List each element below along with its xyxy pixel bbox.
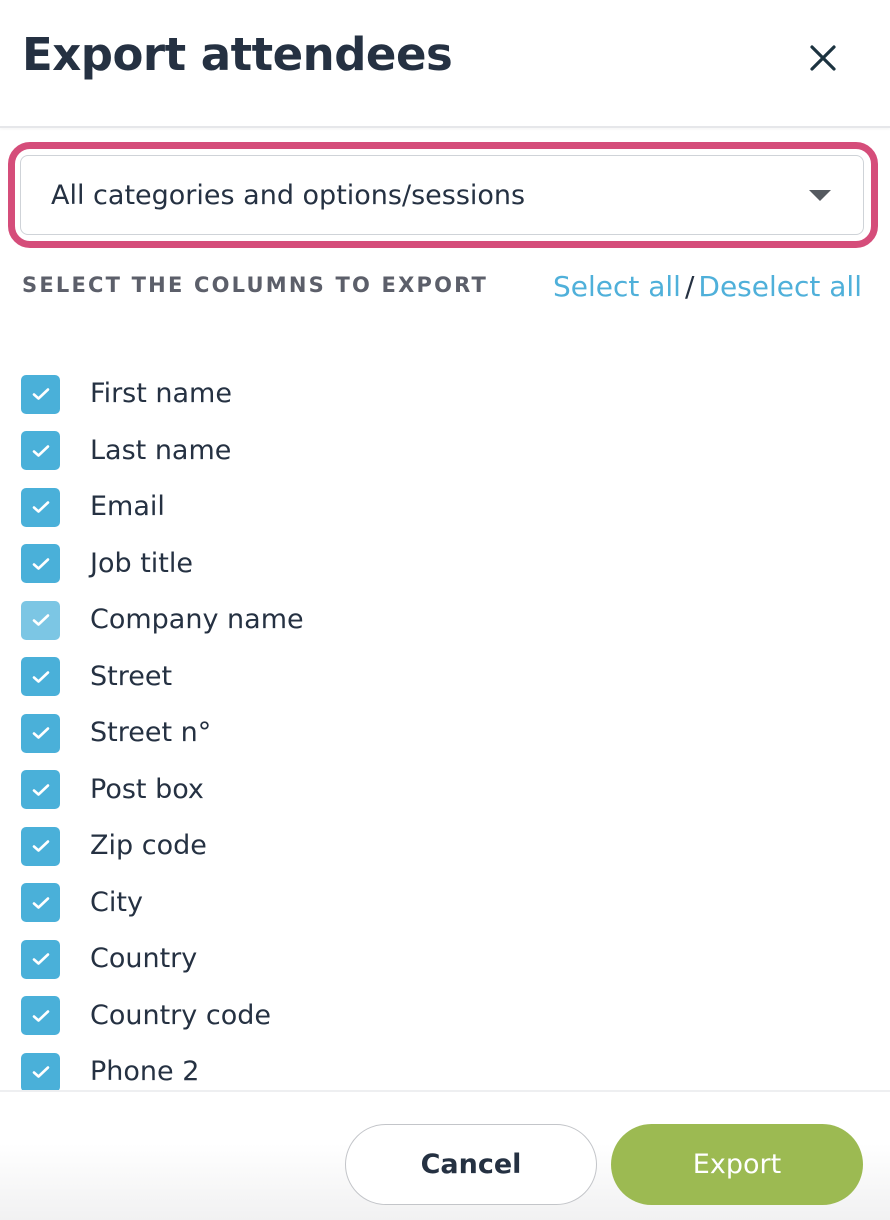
column-option-label: Street n° [90,717,212,748]
close-icon [810,45,836,71]
checkmark-icon [32,896,49,909]
column-option[interactable]: First name [0,366,890,422]
checkmark-icon [32,614,49,626]
column-option[interactable]: Country code [0,988,890,1044]
export-button[interactable]: Export [611,1124,863,1205]
column-option[interactable]: Street [0,649,890,705]
cancel-button[interactable]: Cancel [345,1124,597,1205]
dropdown-selected-value: All categories and options/sessions [51,180,526,211]
checkmark-icon [32,783,49,796]
column-option-label: First name [90,378,232,409]
checkbox[interactable] [21,657,60,696]
category-filter-dropdown[interactable]: All categories and options/sessions [20,155,864,235]
deselect-all-link[interactable]: Deselect all [698,270,862,303]
checkbox[interactable] [21,996,60,1035]
selection-links: Select all / Deselect all [553,268,862,306]
export-attendees-dialog: Export attendees All categories and opti… [0,0,890,1220]
dialog-footer: Cancel Export [0,1090,890,1220]
column-option-label: Zip code [90,830,207,861]
column-option-label: Country code [90,999,271,1031]
column-option-label: City [90,886,143,918]
links-separator: / [684,270,695,303]
column-option-label: Street [90,660,173,692]
checkmark-icon [32,557,49,570]
checkmark-icon [32,670,49,683]
checkmark-icon [32,501,49,513]
column-option[interactable]: City [0,875,890,931]
dialog-header: Export attendees [0,0,890,128]
column-option-label: Post box [90,773,204,805]
column-option[interactable]: Last name [0,423,890,479]
caret-down-icon [809,190,831,201]
column-option[interactable]: Zip code [0,818,890,874]
checkbox[interactable] [21,770,60,809]
column-option-label: Last name [90,434,232,466]
column-option[interactable]: Phone 2 [0,1044,890,1090]
checkbox[interactable] [21,939,60,979]
checkbox[interactable] [21,374,60,414]
dialog-title: Export attendees [22,28,453,81]
checkbox[interactable] [21,713,60,753]
column-option-label: Country [90,943,198,974]
columns-checkbox-list[interactable]: First name Last name Email Job title Company… [0,366,890,1090]
column-option[interactable]: Street n° [0,705,890,761]
checkmark-icon [32,727,49,739]
checkmark-icon [32,1009,49,1022]
column-option-label: Company name [90,604,304,635]
column-option[interactable]: Country [0,931,890,987]
columns-section-heading: SELECT THE COLUMNS TO EXPORT [22,273,489,297]
checkbox[interactable] [21,600,60,640]
checkbox[interactable] [21,544,60,583]
column-option[interactable]: Job title [0,536,890,592]
checkbox[interactable] [21,883,60,922]
column-option[interactable]: Email [0,479,890,535]
column-option-label: Job title [90,547,193,579]
checkmark-icon [32,953,49,965]
checkbox[interactable] [21,826,60,866]
checkbox[interactable] [21,1052,60,1090]
column-option-label: Phone 2 [90,1056,200,1087]
checkmark-icon [32,444,49,457]
checkbox[interactable] [21,431,60,470]
column-option[interactable]: Post box [0,762,890,818]
close-button[interactable] [800,35,846,81]
checkmark-icon [32,840,49,852]
checkbox[interactable] [21,487,60,527]
column-option-label: Email [90,491,165,522]
select-all-link[interactable]: Select all [553,270,681,303]
column-option[interactable]: Company name [0,592,890,648]
checkmark-icon [32,1066,49,1078]
checkmark-icon [32,388,49,400]
